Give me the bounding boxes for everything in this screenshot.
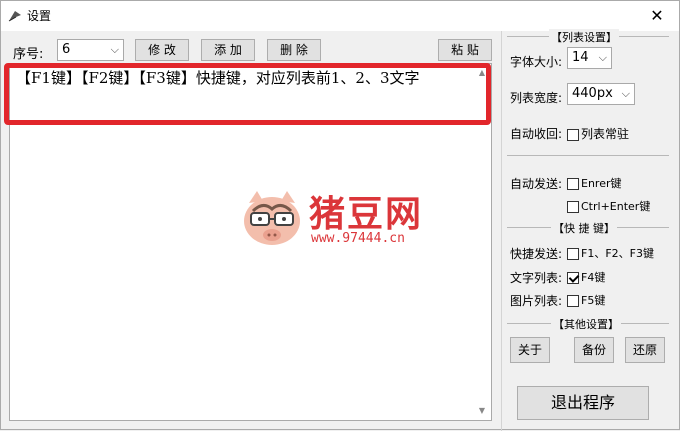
seq-select[interactable]: 6 ⌵ — [57, 39, 124, 61]
seq-label: 序号: — [13, 47, 44, 62]
text-list-label: 文字列表: — [510, 271, 563, 285]
app-icon — [8, 11, 21, 22]
font-size-value: 14 — [572, 50, 589, 65]
window-title: 设置 — [27, 9, 52, 23]
scroll-down-icon[interactable]: ▼ — [475, 404, 489, 418]
enter-label: Enrer键 — [581, 177, 622, 190]
seq-value: 6 — [62, 42, 71, 57]
chevron-down-icon: ⌵ — [110, 43, 119, 56]
auto-send-label: 自动发送: — [510, 177, 563, 191]
backup-button[interactable]: 备份 — [574, 337, 614, 363]
close-icon: ✕ — [650, 6, 664, 25]
f4-checkbox[interactable] — [567, 272, 579, 284]
paste-button[interactable]: 粘 贴 — [438, 39, 492, 61]
list-pinned-label: 列表常驻 — [581, 127, 630, 141]
image-list-label: 图片列表: — [510, 294, 563, 308]
f123-label: F1、F2、F3键 — [581, 247, 654, 260]
list-pinned-checkbox[interactable] — [567, 129, 579, 141]
f4-label: F4键 — [581, 271, 606, 284]
restore-button[interactable]: 还原 — [625, 337, 665, 363]
list-settings-title: 【列表设置】 — [549, 29, 619, 45]
chevron-down-icon: ⌵ — [621, 87, 630, 100]
ctrl-enter-label: Ctrl+Enter键 — [581, 200, 651, 213]
other-settings-title: 【其他设置】 — [551, 316, 621, 332]
f5-checkbox[interactable] — [567, 295, 579, 307]
ctrl-enter-checkbox[interactable] — [567, 201, 579, 213]
chevron-down-icon: ⌵ — [598, 51, 607, 64]
delete-button[interactable]: 删 除 — [267, 39, 321, 61]
modify-button[interactable]: 修 改 — [135, 39, 189, 61]
settings-window: 设置 ✕ 序号: 6 ⌵ 修 改 添 加 删 除 粘 贴 【F1键】【F2键】【… — [0, 0, 680, 431]
about-button[interactable]: 关于 — [510, 337, 550, 363]
f123-checkbox[interactable] — [567, 248, 579, 260]
ctrl-enter-option[interactable]: Ctrl+Enter键 — [567, 198, 650, 214]
title-bar: 设置 ✕ — [1, 1, 679, 31]
f5-label: F5键 — [581, 294, 606, 307]
enter-option[interactable]: Enrer键 — [567, 175, 622, 191]
text-editor[interactable]: 【F1键】【F2键】【F3键】快捷键，对应列表前1、2、3文字 ▲ ▼ — [9, 63, 492, 421]
exit-button[interactable]: 退出程序 — [517, 386, 649, 420]
list-width-select[interactable]: 440px ⌵ — [567, 83, 635, 105]
f5-option[interactable]: F5键 — [567, 292, 605, 308]
editor-content[interactable]: 【F1键】【F2键】【F3键】快捷键，对应列表前1、2、3文字 — [16, 68, 480, 88]
list-width-label: 列表宽度: — [510, 91, 563, 105]
separator-line — [507, 155, 669, 156]
list-width-value: 440px — [572, 86, 613, 101]
list-pinned-option[interactable]: 列表常驻 — [567, 125, 629, 141]
shortcut-title: 【快 捷 键】 — [551, 220, 617, 236]
enter-checkbox[interactable] — [567, 178, 579, 190]
close-button[interactable]: ✕ — [635, 1, 679, 31]
font-size-label: 字体大小: — [510, 55, 563, 69]
add-button[interactable]: 添 加 — [201, 39, 255, 61]
f123-option[interactable]: F1、F2、F3键 — [567, 245, 654, 261]
auto-collapse-label: 自动收回: — [510, 127, 563, 141]
font-size-select[interactable]: 14 ⌵ — [567, 47, 612, 69]
shortcut-send-label: 快捷发送: — [510, 247, 563, 261]
f4-option[interactable]: F4键 — [567, 269, 605, 285]
scroll-up-icon[interactable]: ▲ — [475, 66, 489, 80]
panel-divider — [501, 31, 502, 431]
